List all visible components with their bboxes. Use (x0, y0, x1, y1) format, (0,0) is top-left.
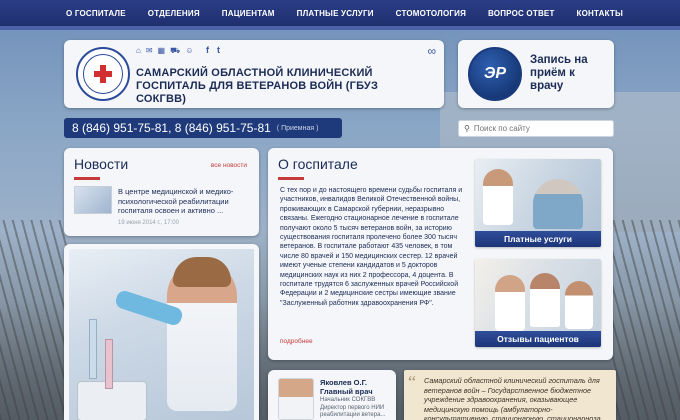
heading-underline (278, 177, 304, 180)
top-nav: О ГОСПИТАЛЕ ОТДЕЛЕНИЯ ПАЦИЕНТАМ ПЛАТНЫЕ … (0, 0, 680, 26)
quote-mark-icon: “ (408, 372, 416, 392)
user-icon[interactable]: ☺ (185, 46, 193, 56)
red-cross-icon (94, 65, 112, 83)
twitter-icon[interactable]: t (217, 45, 220, 55)
about-text: С тех пор и до настоящего времени судьбы… (280, 187, 463, 307)
nav-item-departments[interactable]: ОТДЕЛЕНИЯ (148, 9, 200, 18)
nav-item-dentistry[interactable]: СТОМОТОЛОГИЯ (396, 9, 466, 18)
ambulance-icon[interactable]: ⛟ (170, 46, 180, 56)
about-heading[interactable]: О госпитале (278, 156, 358, 172)
site-title[interactable]: САМАРСКИЙ ОБЛАСТНОЙ КЛИНИЧЕСКИЙ ГОСПИТАЛ… (136, 67, 426, 106)
accessibility-glasses-icon[interactable]: ∞ (427, 44, 436, 58)
doctor-figure (483, 169, 513, 225)
paid-services-tile[interactable]: Платные услуги (475, 159, 601, 247)
phone-numbers[interactable]: 8 (846) 951-75-81, 8 (846) 951-75-81 (72, 121, 271, 135)
all-news-link[interactable]: все новости (211, 162, 247, 169)
doctor-name-text: Яковлев О.Г. (320, 378, 367, 387)
doctor-name[interactable]: Яковлев О.Г. Главный врач (320, 378, 373, 396)
background-tree (610, 220, 680, 420)
news-card: Новости все новости В центре медицинской… (64, 148, 259, 236)
home-icon[interactable]: ⌂ (136, 46, 141, 56)
search-icon[interactable]: ⚲ (464, 124, 470, 133)
logo-ring (83, 54, 123, 94)
doctor-description: Начальник СОКГВВ Директор первого НИИ ре… (320, 397, 386, 418)
news-thumbnail[interactable] (74, 186, 112, 214)
lab-photo (64, 244, 259, 420)
appointment-card[interactable]: ЭР Запись на приём к врачу (458, 40, 614, 108)
mail-icon[interactable]: ✉ (146, 46, 153, 56)
search-box: ⚲ (458, 120, 614, 137)
scientist-hair (173, 257, 231, 287)
nav-item-paid-services[interactable]: ПЛАТНЫЕ УСЛУГИ (297, 9, 374, 18)
social-links: f t (206, 45, 220, 55)
nav-item-about[interactable]: О ГОСПИТАЛЕ (66, 9, 126, 18)
nav-item-qa[interactable]: ВОПРОС ОТВЕТ (488, 9, 555, 18)
header-icon-bar: ⌂ ✉ ▦ ⛟ ☺ (136, 46, 193, 56)
doctor-role: Главный врач (320, 387, 373, 396)
appointment-label[interactable]: Запись на приём к врачу (530, 54, 610, 93)
phone-note: ( Приемная ) (276, 124, 319, 132)
quote-text: Самарский областной клинический госпитал… (424, 376, 607, 420)
hospital-logo[interactable] (76, 47, 130, 101)
staff-figure (530, 273, 560, 327)
background-tree (0, 220, 70, 420)
patient-figure (533, 179, 583, 229)
heading-underline (74, 177, 100, 180)
news-item-text[interactable]: В центре медицинской и медико-психологич… (118, 187, 248, 216)
patient-reviews-tile[interactable]: Отзывы пациентов (475, 259, 601, 347)
test-tube-shape (89, 319, 97, 379)
tile-caption[interactable]: Отзывы пациентов (475, 331, 601, 347)
about-card: О госпитале С тех пор и до настоящего вр… (268, 148, 613, 360)
chief-doctor-card: Яковлев О.Г. Главный врач Начальник СОКГ… (268, 370, 396, 420)
staff-figure (565, 281, 593, 329)
tile-caption[interactable]: Платные услуги (475, 231, 601, 247)
nav-item-contacts[interactable]: КОНТАКТЫ (577, 9, 623, 18)
registry-logo: ЭР (468, 47, 522, 101)
facebook-icon[interactable]: f (206, 45, 209, 55)
nav-item-patients[interactable]: ПАЦИЕНТАМ (222, 9, 275, 18)
staff-figure (495, 275, 525, 331)
phone-bar: 8 (846) 951-75-81, 8 (846) 951-75-81 ( П… (64, 118, 342, 138)
test-tube-shape (105, 339, 113, 389)
news-heading[interactable]: Новости (74, 156, 128, 172)
search-input[interactable] (473, 124, 599, 133)
intro-quote: “ Самарский областной клинический госпит… (404, 370, 616, 420)
nav-underline (0, 26, 680, 30)
header-card: ⌂ ✉ ▦ ⛟ ☺ f t ∞ САМАРСКИЙ ОБЛАСТНОЙ КЛИН… (64, 40, 444, 108)
sitemap-icon[interactable]: ▦ (158, 46, 166, 56)
about-more-link[interactable]: подробнее (280, 338, 313, 345)
news-item-date: 19 июня 2014 г., 17:00 (118, 220, 179, 226)
doctor-photo[interactable] (278, 378, 314, 420)
